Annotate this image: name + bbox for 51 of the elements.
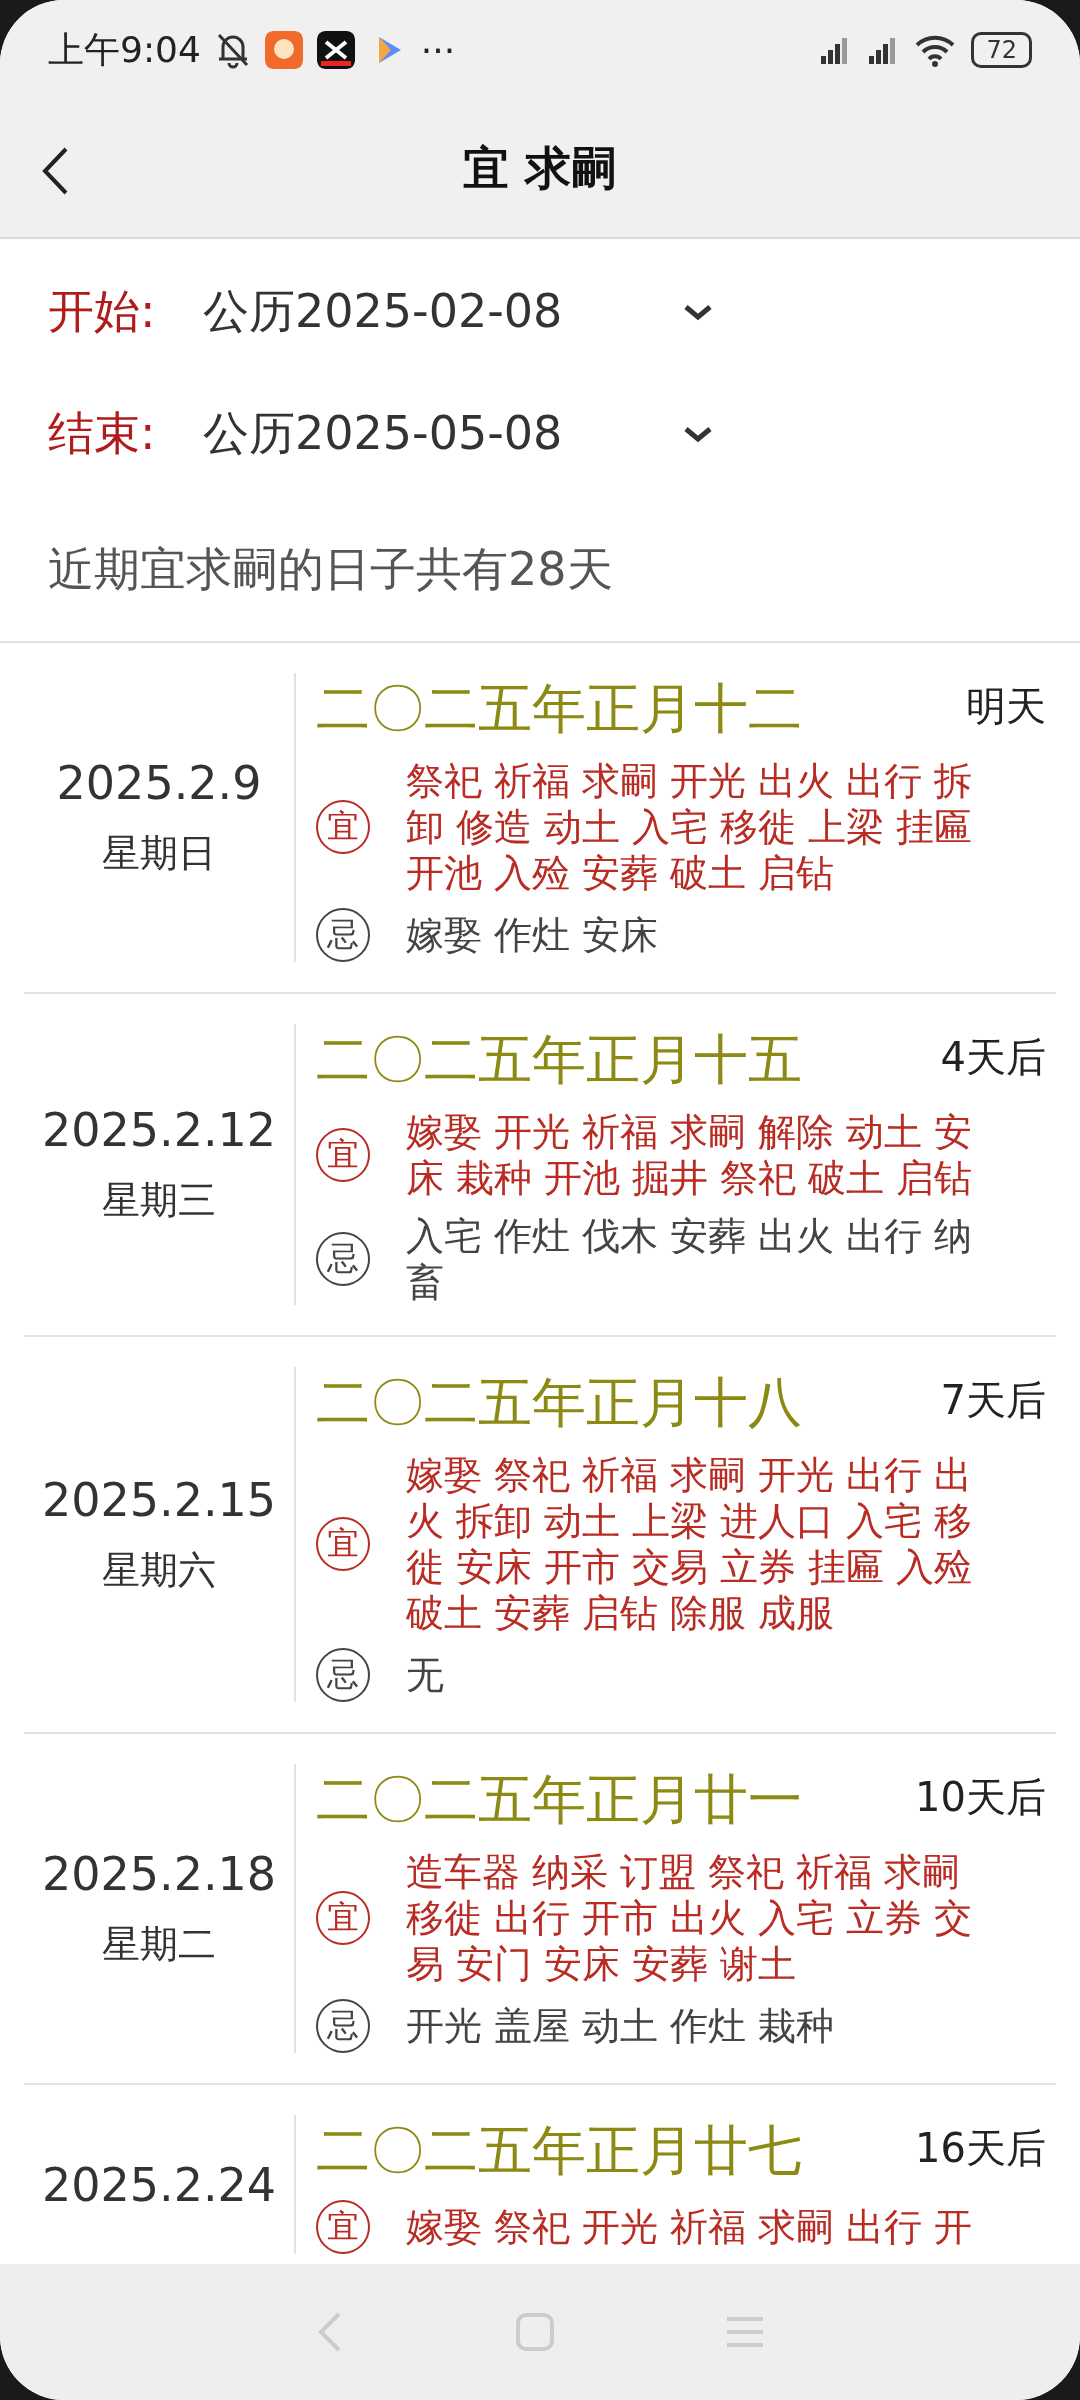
lunar-date: 二〇二五年正月十二 xyxy=(316,676,802,742)
weekday: 星期六 xyxy=(102,1547,216,1594)
avoid-activities: 开光 盖屋 动土 作灶 栽种 xyxy=(406,2003,836,2049)
solar-date: 2025.2.9 xyxy=(56,756,262,810)
weekday: 星期三 xyxy=(102,1177,216,1224)
solar-date: 2025.2.15 xyxy=(41,1473,277,1527)
relative-day: 明天 xyxy=(966,673,1046,734)
lunar-date: 二〇二五年正月十八 xyxy=(316,1370,802,1436)
avoid-activities: 无 xyxy=(406,1652,445,1698)
suitable-activities: 造车器 纳采 订盟 祭祀 祈福 求嗣移徙 出行 开市 出火 入宅 立券 交易 安门 安床 安葬 谢土 xyxy=(406,1849,974,1987)
relative-day: 10天后 xyxy=(915,1764,1046,1825)
suitable-badge: 宜 xyxy=(316,1891,370,1945)
avoid-badge: 忌 xyxy=(316,1648,370,1702)
suitable-activities: 嫁娶 祭祀 祈福 求嗣 开光 出行 出火 拆卸 动土 上梁 进人口 入宅 移徙 安床 开市 交易 立券 挂匾 入殓破土 安葬 启钻 除服 成服 xyxy=(406,1452,974,1636)
lunar-date: 二〇二五年正月十五 xyxy=(316,1027,802,1093)
weekday: 星期二 xyxy=(102,1921,216,1968)
suitable-badge: 宜 xyxy=(316,1128,370,1182)
chevron-down-icon[interactable] xyxy=(683,303,713,321)
avoid-badge: 忌 xyxy=(316,1232,370,1286)
lunar-date: 二〇二五年正月廿七 xyxy=(316,2118,802,2184)
suitable-activities: 嫁娶 祭祀 开光 祈福 求嗣 出行 开 xyxy=(406,2204,974,2250)
range-label: 结束: xyxy=(48,405,157,462)
suitable-badge: 宜 xyxy=(316,800,370,854)
app-icon xyxy=(316,31,355,69)
date-value[interactable]: 公历2025-05-08 xyxy=(203,403,683,465)
relative-day: 4天后 xyxy=(940,1024,1046,1085)
relative-day: 7天后 xyxy=(940,1367,1046,1428)
status-time: 上午9:04 xyxy=(48,27,201,72)
more-notifications: ··· xyxy=(420,29,456,71)
relative-day: 16天后 xyxy=(915,2115,1046,2176)
app-icon xyxy=(264,31,303,69)
back-icon[interactable] xyxy=(40,146,70,196)
avoid-activities: 入宅 作灶 伐木 安葬 出火 出行 纳畜 xyxy=(406,1213,974,1305)
battery-level: 72 xyxy=(971,32,1032,68)
chevron-down-icon[interactable] xyxy=(683,425,713,443)
suitable-badge: 宜 xyxy=(316,1517,370,1571)
summary-text: 近期宜求嗣的日子共有28天 xyxy=(0,467,1080,643)
avoid-badge: 忌 xyxy=(316,908,370,962)
solar-date: 2025.2.12 xyxy=(41,1103,277,1157)
solar-date: 2025.2.24 xyxy=(41,2157,277,2212)
date-value[interactable]: 公历2025-02-08 xyxy=(203,281,683,343)
page-title: 宜 求嗣 xyxy=(463,139,617,197)
suitable-activities: 嫁娶 开光 祈福 求嗣 解除 动土 安床 栽种 开池 掘井 祭祀 破土 启钻 xyxy=(406,1109,974,1201)
weekday: 星期日 xyxy=(102,830,216,877)
avoid-activities: 嫁娶 作灶 安床 xyxy=(406,912,660,958)
suitable-badge: 宜 xyxy=(316,2200,370,2254)
range-label: 开始: xyxy=(48,283,157,340)
suitable-activities: 祭祀 祈福 求嗣 开光 出火 出行 拆卸 修造 动土 入宅 移徙 上梁 挂匾开池 入殓 安葬 破土 启钻 xyxy=(406,758,974,896)
avoid-badge: 忌 xyxy=(316,1999,370,2053)
solar-date: 2025.2.18 xyxy=(41,1847,277,1901)
lunar-date: 二〇二五年正月廿一 xyxy=(316,1767,802,1833)
